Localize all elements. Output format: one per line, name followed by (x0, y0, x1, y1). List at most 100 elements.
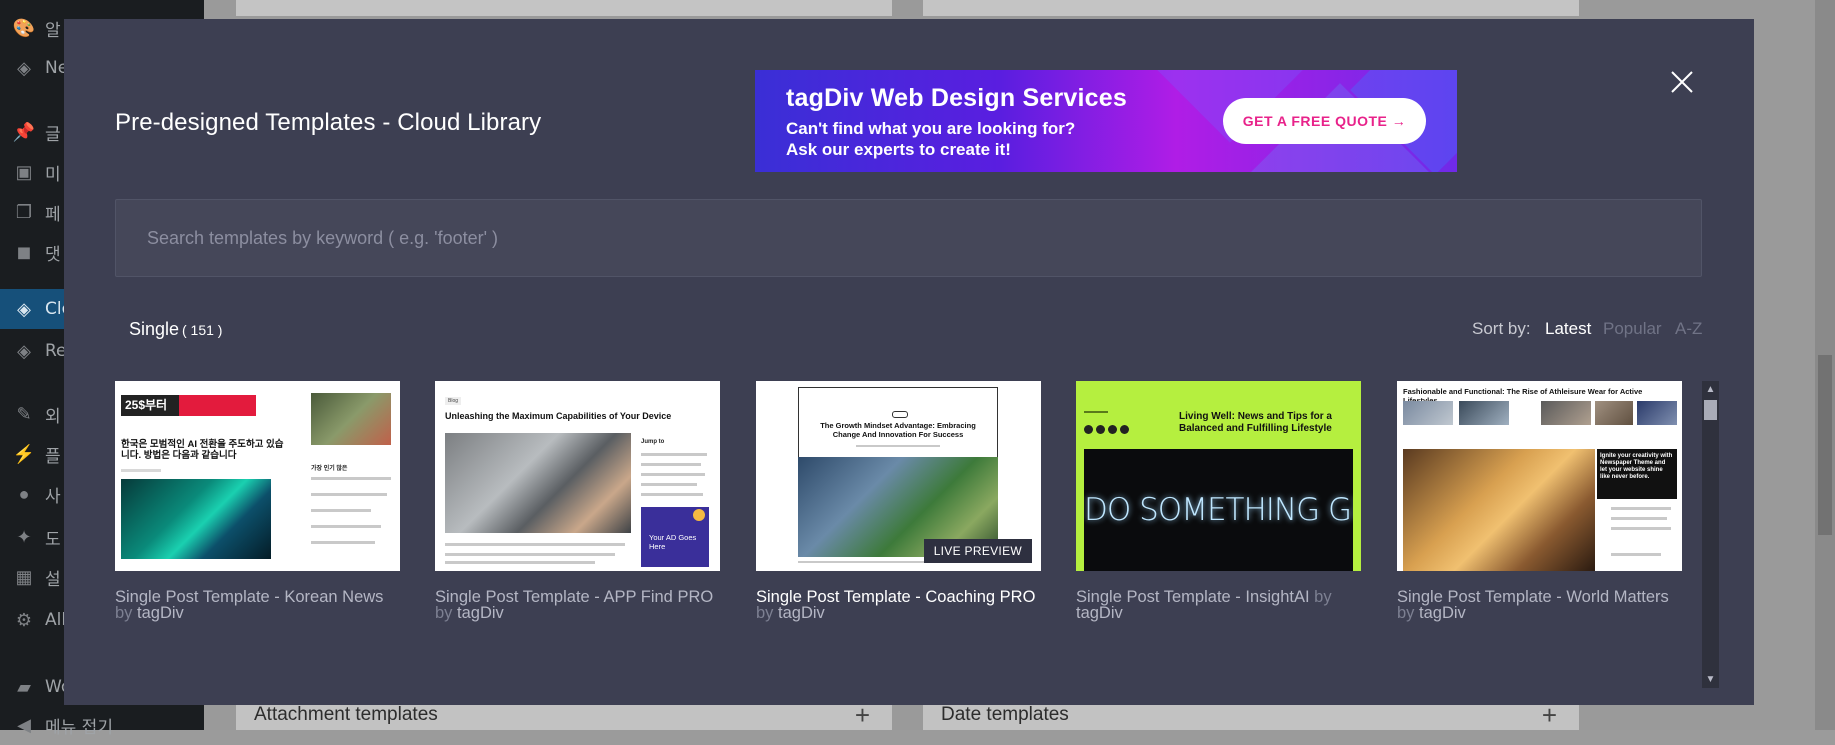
template-thumbnail[interactable]: Living Well: News and Tips for a Balance… (1076, 381, 1361, 571)
sidebar-item[interactable]: ◀ 메뉴 접기 (0, 705, 204, 745)
template-name[interactable]: Single Post Template - Korean News by tag… (115, 589, 400, 622)
banner-line-1: Can't find what you are looking for? (786, 119, 1076, 138)
user-icon: ● (18, 483, 30, 504)
woo-icon: ▰ (17, 676, 31, 697)
live-preview-button[interactable]: LIVE PREVIEW (923, 539, 1032, 563)
template-author[interactable]: tagDiv (1419, 604, 1466, 622)
thumb-neon-sign: DO SOMETHING GREAT (1084, 449, 1353, 571)
row-label: Date templates (941, 704, 1069, 725)
template-author[interactable]: tagDiv (778, 604, 825, 622)
thumb-headline: 한국은 모범적인 AI 전환을 주도하고 있습니다. 방법은 다음과 같습니다 (121, 439, 284, 461)
template-list-scrollbar[interactable]: ▲ ▼ (1702, 381, 1719, 688)
tagdiv-icon: ◈ (17, 298, 31, 319)
template-card[interactable]: Blog Unleashing the Maximum Capabilities… (435, 381, 720, 621)
thumb-mini-image (1403, 401, 1453, 425)
template-card[interactable]: Living Well: News and Tips for a Balance… (1076, 381, 1361, 621)
close-icon[interactable] (1670, 70, 1694, 94)
cog-icon: ⚙ (15, 609, 33, 630)
bg-card (236, 0, 892, 16)
template-author[interactable]: tagDiv (457, 604, 504, 622)
sort-popular[interactable]: Popular (1603, 319, 1662, 339)
by-label: by (1314, 588, 1332, 606)
collapse-icon: ◀ (17, 714, 31, 735)
sort-latest[interactable]: Latest (1545, 319, 1591, 339)
thumb-line (1084, 411, 1108, 413)
thumb-line (121, 469, 161, 472)
tagdiv-icon: ◈ (17, 340, 31, 361)
settings-icon: ▦ (15, 566, 33, 587)
sidebar-item-label: 도 (45, 529, 61, 550)
thumb-line (641, 453, 707, 456)
thumb-mini-image (1459, 401, 1509, 425)
thumb-mini-image (1637, 401, 1677, 425)
thumb-line (1611, 517, 1667, 520)
web-design-banner[interactable]: tagDiv Web Design Services Can't find wh… (755, 70, 1457, 172)
search-box[interactable] (115, 199, 1702, 277)
thumb-line (311, 477, 391, 480)
sidebar-item-label: 외 (45, 406, 61, 427)
search-input[interactable] (116, 200, 1701, 276)
sidebar-item-label: 페 (45, 204, 61, 225)
modal-title: Pre-designed Templates - Cloud Library (115, 109, 542, 136)
cloud-library-modal: Pre-designed Templates - Cloud Library t… (64, 19, 1754, 705)
bg-card (923, 0, 1579, 16)
row-label: Attachment templates (254, 704, 438, 725)
banner-line-2: Ask our experts to create it! (786, 140, 1011, 159)
sidebar-item-label: All (45, 610, 67, 630)
thumb-social-dot (1084, 425, 1093, 434)
tagdiv-icon: ◈ (17, 57, 31, 78)
sidebar-item-label: 알 (45, 20, 61, 41)
sidebar-item-label: 메뉴 접기 (45, 717, 113, 738)
thumb-line (641, 483, 697, 486)
thumb-headline: Unleashing the Maximum Capabilities of Y… (445, 411, 672, 421)
thumb-line (641, 493, 703, 496)
thumb-fiber-image (121, 479, 271, 559)
template-thumbnail[interactable]: 25$부터 한국은 모범적인 AI 전환을 주도하고 있습니다. 방법은 다음과… (115, 381, 400, 571)
sort-label: Sort by: (1472, 319, 1531, 338)
scroll-up-icon[interactable]: ▲ (1702, 381, 1719, 398)
page-scrollbar[interactable] (1815, 0, 1835, 730)
template-thumbnail[interactable]: The Growth Mindset Advantage: Embracing … (756, 381, 1041, 571)
template-name[interactable]: Single Post Template - APP Find PRO by ta… (435, 589, 720, 622)
thumb-ad-dot (693, 509, 705, 521)
template-card[interactable]: 25$부터 한국은 모범적인 AI 전환을 주도하고 있습니다. 방법은 다음과… (115, 381, 400, 621)
template-name[interactable]: Single Post Template - InsightAI by tagDi… (1076, 588, 1361, 622)
template-author[interactable]: tagDiv (137, 604, 184, 622)
thumb-line (445, 553, 615, 556)
thumb-line (445, 561, 595, 564)
thumb-line (311, 525, 381, 528)
banner-title: tagDiv Web Design Services (786, 84, 1127, 112)
thumb-pill (892, 411, 908, 418)
thumb-headline: The Growth Mindset Advantage: Embracing … (820, 421, 976, 439)
scroll-down-icon[interactable]: ▼ (1702, 671, 1719, 688)
template-author[interactable]: tagDiv (1076, 604, 1123, 622)
by-label: by (115, 604, 133, 622)
thumb-line (1611, 507, 1671, 510)
thumb-line (641, 463, 701, 466)
scrollbar-thumb[interactable] (1704, 400, 1717, 420)
thumb-headline: Living Well: News and Tips for a Balance… (1179, 411, 1332, 434)
scrollbar-thumb[interactable] (1818, 355, 1832, 535)
template-thumbnail[interactable]: Fashionable and Functional: The Rise of … (1397, 381, 1682, 571)
get-quote-button[interactable]: GET A FREE QUOTE → (1223, 98, 1426, 144)
template-card[interactable]: The Growth Mindset Advantage: Embracing … (756, 381, 1041, 621)
pin-icon: 📌 (12, 121, 36, 142)
sidebar-item-label: 미 (45, 164, 61, 185)
thumb-side-image (311, 393, 391, 445)
wrench-icon: ✦ (16, 526, 32, 547)
thumb-photo (445, 433, 631, 533)
template-name[interactable]: Single Post Template - World Matters by … (1397, 589, 1682, 622)
thumb-tag: Blog (445, 397, 462, 405)
comment-icon: ◼ (16, 241, 32, 262)
category-count: ( 151 ) (182, 322, 223, 338)
sort-az[interactable]: A-Z (1675, 319, 1702, 339)
thumb-line (311, 509, 371, 512)
template-thumbnail[interactable]: Blog Unleashing the Maximum Capabilities… (435, 381, 720, 571)
template-card[interactable]: Fashionable and Functional: The Rise of … (1397, 381, 1682, 621)
thumb-social-dot (1096, 425, 1105, 434)
thumb-badge: 25$부터 (121, 395, 179, 416)
plugin-icon: ⚡ (12, 443, 36, 464)
template-name[interactable]: Single Post Template - Coaching PRO by ta… (756, 589, 1041, 622)
thumb-line (311, 541, 375, 544)
thumb-line (445, 543, 625, 546)
